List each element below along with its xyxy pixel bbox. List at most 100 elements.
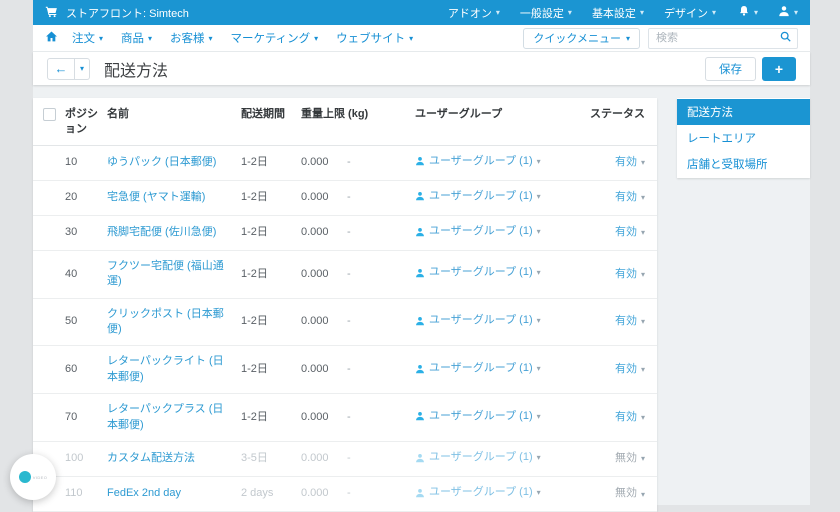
navbar-item[interactable]: ウェブサイト▾ bbox=[336, 30, 413, 46]
storefront-label: ストアフロント: Simtech bbox=[66, 5, 189, 21]
status-dropdown[interactable]: 有効▾ bbox=[615, 410, 645, 425]
back-dropdown-button[interactable]: ▾ bbox=[75, 58, 90, 80]
user-group-dropdown[interactable]: ユーザーグループ (1)▾ bbox=[415, 409, 541, 424]
navbar-item-label: お客様 bbox=[170, 30, 205, 46]
navbar-item-label: マーケティング bbox=[231, 30, 311, 46]
sidebar-item[interactable]: レートエリア bbox=[677, 125, 810, 151]
weight-max-value bbox=[361, 250, 411, 298]
storefront-link[interactable]: ストアフロント: Simtech bbox=[45, 5, 189, 21]
status-dropdown[interactable]: 無効▾ bbox=[615, 486, 645, 501]
home-button[interactable] bbox=[45, 30, 58, 46]
content-area: ポジション 名前 配送期間 重量上限 (kg) ユーザーグループ ステータス 1… bbox=[33, 85, 810, 512]
user-group-icon bbox=[415, 411, 425, 421]
weight-min-value: 0.000 bbox=[297, 215, 343, 250]
shipping-method-link[interactable]: 宅急便 (ヤマト運輸) bbox=[107, 191, 205, 203]
user-group-icon bbox=[415, 488, 425, 498]
search-button[interactable] bbox=[773, 29, 797, 48]
search-box bbox=[648, 28, 798, 49]
shipping-method-link[interactable]: レターパックプラス (日本郵便) bbox=[107, 403, 223, 430]
shipping-methods-table: ポジション 名前 配送期間 重量上限 (kg) ユーザーグループ ステータス 1… bbox=[33, 98, 657, 512]
chevron-down-icon: ▾ bbox=[626, 34, 630, 43]
user-group-label: ユーザーグループ (1) bbox=[429, 485, 533, 500]
chevron-down-icon: ▾ bbox=[99, 34, 103, 43]
navbar-item-label: 商品 bbox=[121, 30, 144, 46]
user-group-label: ユーザーグループ (1) bbox=[429, 189, 533, 204]
shipping-time-value: 1-2日 bbox=[237, 346, 297, 394]
topbar-menu-item[interactable]: デザイン▾ bbox=[664, 5, 716, 21]
shipping-method-link[interactable]: フクツー宅配便 (福山通運) bbox=[107, 260, 224, 287]
weight-min-value: 0.000 bbox=[297, 477, 343, 512]
weight-max-value bbox=[361, 298, 411, 346]
header-shipping-time: 配送期間 bbox=[237, 98, 297, 145]
shipping-method-link[interactable]: FedEx 2nd day bbox=[107, 487, 181, 499]
status-dropdown[interactable]: 有効▾ bbox=[615, 225, 645, 240]
chevron-down-icon: ▾ bbox=[641, 157, 645, 168]
chevron-down-icon: ▾ bbox=[641, 227, 645, 238]
notifications-menu[interactable]: ▾ bbox=[738, 5, 758, 20]
navbar-item[interactable]: お客様▾ bbox=[170, 30, 213, 46]
status-dropdown[interactable]: 無効▾ bbox=[615, 451, 645, 466]
user-group-dropdown[interactable]: ユーザーグループ (1)▾ bbox=[415, 265, 541, 280]
user-group-dropdown[interactable]: ユーザーグループ (1) ▾ bbox=[415, 189, 541, 204]
navbar-item[interactable]: マーケティング▾ bbox=[231, 30, 319, 46]
search-input[interactable] bbox=[649, 32, 773, 44]
chevron-down-icon: ▾ bbox=[641, 269, 645, 280]
table-row: 50クリックポスト (日本郵便)1-2日0.000-ユーザーグループ (1)▾有… bbox=[33, 298, 657, 346]
status-label: 有効 bbox=[615, 314, 637, 329]
shipping-time-value: 2 days bbox=[237, 477, 297, 512]
status-dropdown[interactable]: 有効 ▾ bbox=[615, 155, 645, 170]
topbar-menu-item[interactable]: アドオン▾ bbox=[448, 5, 500, 21]
position-value: 60 bbox=[61, 346, 103, 394]
shipping-method-link[interactable]: クリックポスト (日本郵便) bbox=[107, 308, 224, 335]
position-value: 10 bbox=[61, 145, 103, 180]
status-dropdown[interactable]: 有効▾ bbox=[615, 267, 645, 282]
shipping-method-link[interactable]: ゆうパック (日本郵便) bbox=[107, 156, 216, 168]
row-select-cell bbox=[33, 180, 61, 215]
sidebar-item[interactable]: 店舗と受取場所 bbox=[677, 151, 810, 177]
back-button[interactable]: ← bbox=[47, 58, 75, 80]
navbar-item[interactable]: 商品▾ bbox=[121, 30, 152, 46]
video-badge[interactable]: VIDEO bbox=[10, 454, 56, 500]
search-icon bbox=[779, 30, 792, 46]
weight-min-value: 0.000 bbox=[297, 298, 343, 346]
chevron-down-icon: ▾ bbox=[314, 34, 318, 43]
weight-min-value: 0.000 bbox=[297, 442, 343, 477]
account-menu[interactable]: ▾ bbox=[778, 5, 798, 20]
navbar-item[interactable]: 注文 ▾ bbox=[72, 30, 103, 46]
weight-min-value: 0.000 bbox=[297, 250, 343, 298]
chevron-down-icon: ▾ bbox=[537, 191, 541, 202]
status-dropdown[interactable]: 有効▾ bbox=[615, 190, 645, 205]
sidebar-item[interactable]: 配送方法 bbox=[677, 99, 810, 125]
shipping-table-body: 10ゆうパック (日本郵便)1-2日0.000-ユーザーグループ (1)▾有効▾… bbox=[33, 145, 657, 512]
quick-menu-button[interactable]: クイックメニュー ▾ bbox=[523, 28, 640, 49]
add-button[interactable]: + bbox=[762, 57, 796, 81]
select-all-checkbox[interactable] bbox=[43, 108, 56, 121]
user-group-dropdown[interactable]: ユーザーグループ (1)▾ bbox=[415, 485, 541, 500]
weight-separator: - bbox=[343, 250, 361, 298]
status-label: 有効 bbox=[615, 155, 637, 170]
shipping-method-link[interactable]: レターパックライト (日本郵便) bbox=[107, 355, 224, 382]
status-dropdown[interactable]: 有効▾ bbox=[615, 314, 645, 329]
navbar-item-label: 注文 bbox=[72, 30, 95, 46]
save-button[interactable]: 保存 bbox=[705, 57, 756, 81]
user-group-dropdown[interactable]: ユーザーグループ (1)▾ bbox=[415, 224, 541, 239]
table-row: 60レターパックライト (日本郵便)1-2日0.000-ユーザーグループ (1)… bbox=[33, 346, 657, 394]
user-group-dropdown[interactable]: ユーザーグループ (1)▾ bbox=[415, 450, 541, 465]
user-group-dropdown[interactable]: ユーザーグループ (1)▾ bbox=[415, 361, 541, 376]
chevron-down-icon: ▾ bbox=[641, 453, 645, 464]
shipping-method-link[interactable]: 飛脚宅配便 (佐川急便) bbox=[107, 226, 216, 238]
topbar-menu-item[interactable]: 一般設定▾ bbox=[520, 5, 572, 21]
table-row: 100カスタム配送方法3-5日0.000-ユーザーグループ (1)▾無効▾ bbox=[33, 442, 657, 477]
user-group-icon bbox=[415, 364, 425, 374]
topbar-menu-item[interactable]: 基本設定▾ bbox=[592, 5, 644, 21]
weight-max-value bbox=[361, 180, 411, 215]
weight-max-value bbox=[361, 442, 411, 477]
video-badge-label: VIDEO bbox=[33, 475, 47, 480]
status-dropdown[interactable]: 有効▾ bbox=[615, 362, 645, 377]
chevron-down-icon: ▾ bbox=[641, 489, 645, 500]
shipping-method-link[interactable]: カスタム配送方法 bbox=[107, 452, 195, 464]
user-group-dropdown[interactable]: ユーザーグループ (1)▾ bbox=[415, 154, 541, 169]
chevron-down-icon: ▾ bbox=[641, 412, 645, 423]
user-group-dropdown[interactable]: ユーザーグループ (1)▾ bbox=[415, 313, 541, 328]
status-label: 有効 bbox=[615, 362, 637, 377]
